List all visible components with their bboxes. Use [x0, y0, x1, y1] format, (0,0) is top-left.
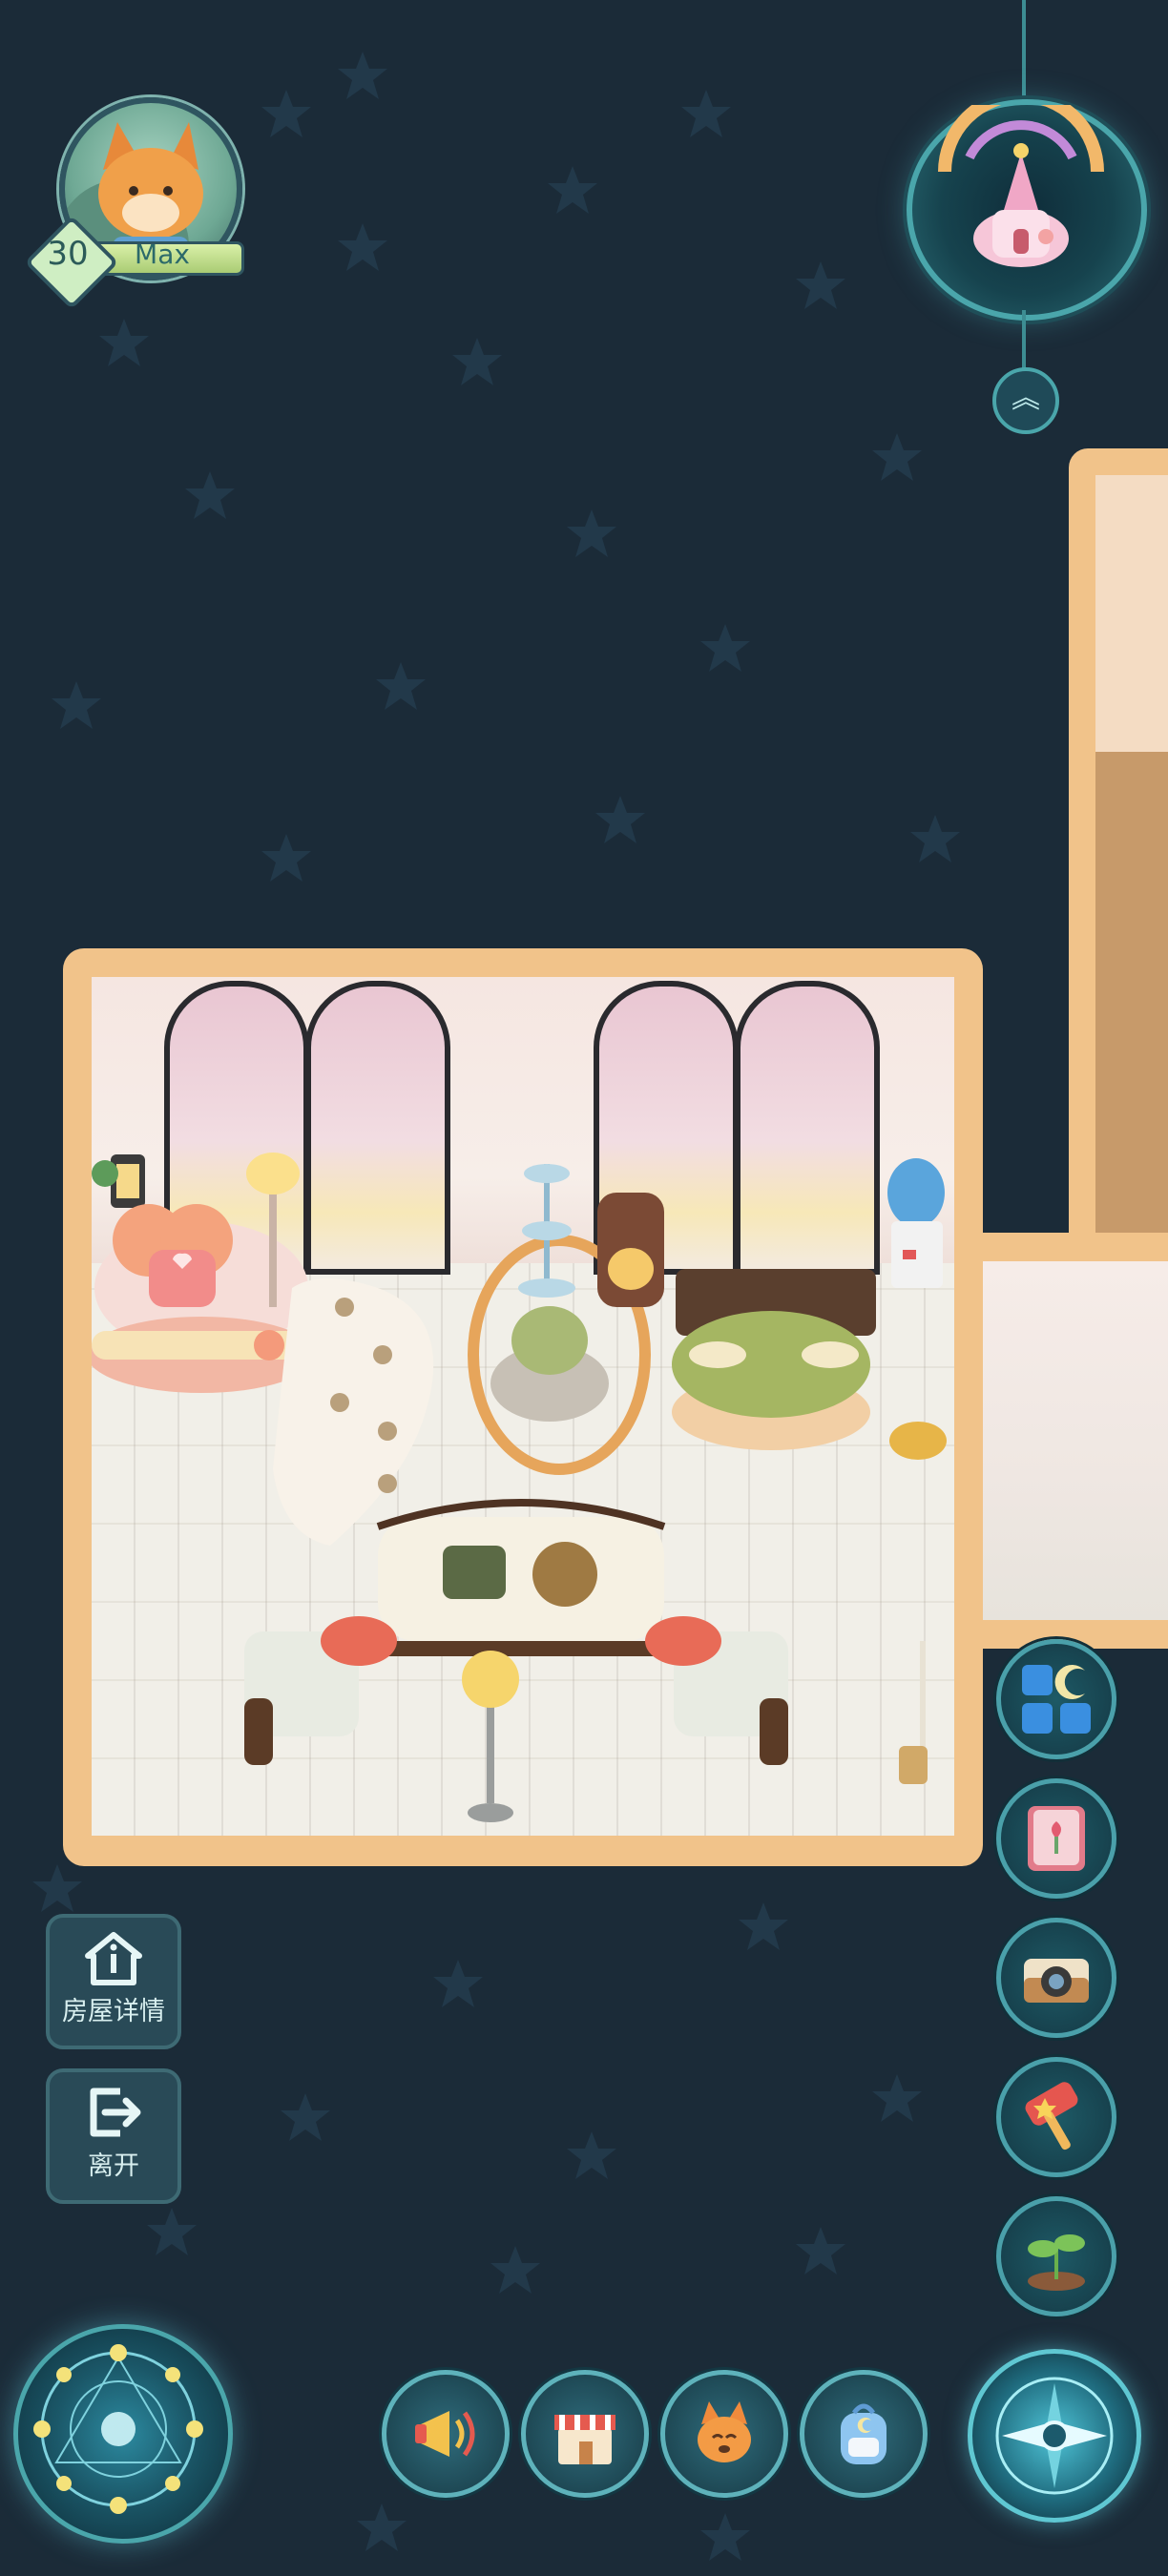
leave-label: 离开 [88, 2151, 139, 2181]
friends-button[interactable] [660, 2370, 788, 2498]
broom-icon [899, 1641, 928, 1784]
sprout-icon [1028, 2234, 1085, 2291]
cake-table-icon [672, 1269, 876, 1450]
tiered-shelf-icon [518, 1164, 575, 1298]
camera-icon [1024, 1959, 1089, 2003]
peach-bed-icon [92, 1204, 316, 1393]
hammer-icon [1025, 2082, 1078, 2150]
collapse-button[interactable]: ︽ [992, 367, 1059, 434]
exit-door-icon [50, 2084, 177, 2141]
leave-button[interactable]: 离开 [46, 2068, 181, 2204]
backpack-button[interactable] [800, 2370, 928, 2498]
megaphone-icon [415, 2411, 475, 2457]
grid-moon-icon [1022, 1665, 1091, 1734]
candy-house-icon [938, 89, 1104, 267]
house-details-label: 房屋详情 [62, 1997, 165, 2026]
guestbook-button[interactable] [996, 1778, 1116, 1899]
furniture-catalog-button[interactable] [996, 1639, 1116, 1759]
coin-stool-icon [889, 1422, 947, 1460]
compass-navigation-button[interactable] [968, 2349, 1141, 2523]
corridor-floor [950, 1261, 1168, 1620]
armchair-right-icon [645, 1616, 788, 1765]
magic-circle-menu[interactable] [13, 2324, 233, 2544]
medallion-chain [1022, 0, 1026, 114]
water-cooler-icon [887, 1158, 945, 1288]
build-hammer-button[interactable] [996, 2057, 1116, 2177]
compass-icon [995, 2377, 1114, 2495]
announcement-button[interactable] [382, 2370, 510, 2498]
shop-button[interactable] [521, 2370, 649, 2498]
double-chevron-up-icon: ︽ [1012, 382, 1040, 415]
armchair-left-icon [244, 1616, 397, 1765]
cabinet-lamp-icon [597, 1193, 664, 1307]
lantern-icon [92, 1154, 145, 1208]
paw-rug-icon [273, 1278, 434, 1546]
house-info-icon [50, 1929, 177, 1986]
storefront-icon [554, 2415, 615, 2464]
house-details-button[interactable]: 房屋详情 [46, 1914, 181, 2049]
planting-button[interactable] [996, 2196, 1116, 2316]
level-max-label: Max [135, 239, 190, 270]
tulip-book-icon [1028, 1806, 1085, 1871]
sofa-icon [374, 1499, 670, 1656]
house-medallion[interactable] [907, 89, 1147, 321]
moon-phase-circle-icon [33, 2344, 203, 2514]
camera-button[interactable] [996, 1918, 1116, 2038]
room-furniture [92, 1153, 947, 1822]
backpack-icon [841, 2403, 886, 2464]
center-floor-lamp-icon [462, 1651, 519, 1822]
fox-face-icon [698, 2401, 751, 2462]
player-level: 30 [47, 235, 89, 273]
